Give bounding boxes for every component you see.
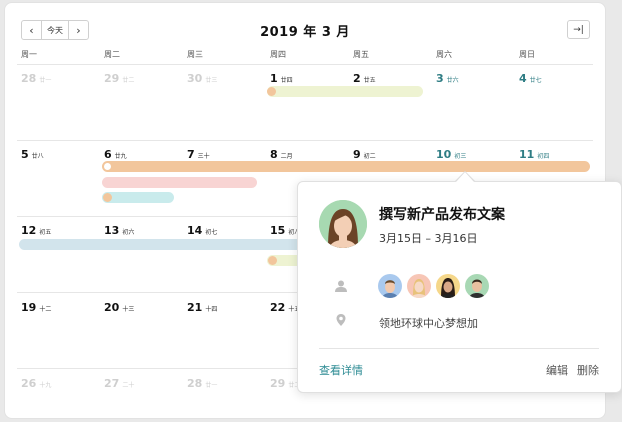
edit-button[interactable]: 编辑 <box>546 362 568 378</box>
day-cell[interactable]: 9 初二 <box>353 148 376 161</box>
weekday-sun: 周日 <box>519 50 535 59</box>
day-cell[interactable]: 5 廿八 <box>21 148 44 161</box>
event-dot <box>268 256 277 265</box>
attendee-list <box>378 274 489 298</box>
weekday-wed: 周三 <box>187 50 203 59</box>
day-cell[interactable]: 28 廿一 <box>21 72 51 85</box>
month-title: 2019 年 3 月 <box>260 25 350 40</box>
day-cell[interactable]: 7 三十 <box>187 148 210 161</box>
attendee-avatar[interactable] <box>465 274 489 298</box>
weekday-tue: 周二 <box>104 50 120 59</box>
day-cell[interactable]: 12 初五 <box>21 224 51 237</box>
day-cell[interactable]: 1 廿四 <box>270 72 293 85</box>
weekday-sat: 周六 <box>436 50 452 59</box>
event-bar[interactable] <box>102 177 257 188</box>
event-detail-popup: 撰写新产品发布文案 3月15日 – 3月16日 领地环球中心梦想加 查看详情 编… <box>297 181 622 393</box>
event-date-range: 3月15日 – 3月16日 <box>379 232 478 245</box>
day-cell[interactable]: 10 初三 <box>436 148 466 161</box>
day-cell[interactable]: 26 十九 <box>21 377 51 390</box>
day-cell[interactable]: 4 廿七 <box>519 72 542 85</box>
day-cell[interactable]: 22 十五 <box>270 301 300 314</box>
day-cell[interactable]: 11 初四 <box>519 148 549 161</box>
day-cell[interactable]: 30 廿三 <box>187 72 217 85</box>
day-cell[interactable]: 2 廿五 <box>353 72 376 85</box>
week-divider <box>17 140 593 141</box>
day-cell[interactable]: 29 廿二 <box>104 72 134 85</box>
day-cell[interactable]: 21 十四 <box>187 301 217 314</box>
attendee-avatar[interactable] <box>378 274 402 298</box>
event-bar[interactable] <box>19 239 319 250</box>
delete-button[interactable]: 删除 <box>577 362 599 378</box>
weekday-fri: 周五 <box>353 50 369 59</box>
event-bar[interactable] <box>102 192 174 203</box>
popup-caret <box>456 172 474 182</box>
weekday-mon: 周一 <box>21 50 37 59</box>
day-cell[interactable]: 19 十二 <box>21 301 51 314</box>
event-dot <box>103 193 112 202</box>
event-location: 领地环球中心梦想加 <box>379 317 478 330</box>
attendee-avatar[interactable] <box>407 274 431 298</box>
event-bar[interactable] <box>102 161 590 172</box>
event-dot <box>267 87 276 96</box>
event-title: 撰写新产品发布文案 <box>379 207 505 223</box>
day-cell[interactable]: 14 初七 <box>187 224 217 237</box>
organizer-avatar <box>319 200 367 248</box>
day-cell[interactable]: 27 二十 <box>104 377 134 390</box>
day-cell[interactable]: 20 十三 <box>104 301 134 314</box>
week-divider <box>17 64 593 65</box>
day-cell[interactable]: 28 廿一 <box>187 377 217 390</box>
day-cell[interactable]: 13 初六 <box>104 224 134 237</box>
weekday-thu: 周四 <box>270 50 286 59</box>
day-cell[interactable]: 15 初八 <box>270 224 300 237</box>
day-cell[interactable]: 8 二月 <box>270 148 293 161</box>
view-details-link[interactable]: 查看详情 <box>319 362 363 378</box>
attendee-avatar[interactable] <box>436 274 460 298</box>
person-icon <box>335 280 347 292</box>
day-cell[interactable]: 29 廿二 <box>270 377 300 390</box>
weekday-header: 周一 周二 周三 周四 周五 周六 周日 <box>5 47 605 65</box>
popup-actions: 编辑 删除 <box>546 362 599 378</box>
location-pin-icon <box>336 314 346 326</box>
day-cell[interactable]: 3 廿六 <box>436 72 459 85</box>
event-dot <box>103 162 112 171</box>
day-cell[interactable]: 6 廿九 <box>104 148 127 161</box>
event-bar[interactable] <box>267 86 423 97</box>
collapse-panel-button[interactable]: →| <box>567 20 590 39</box>
popup-divider <box>319 348 599 349</box>
